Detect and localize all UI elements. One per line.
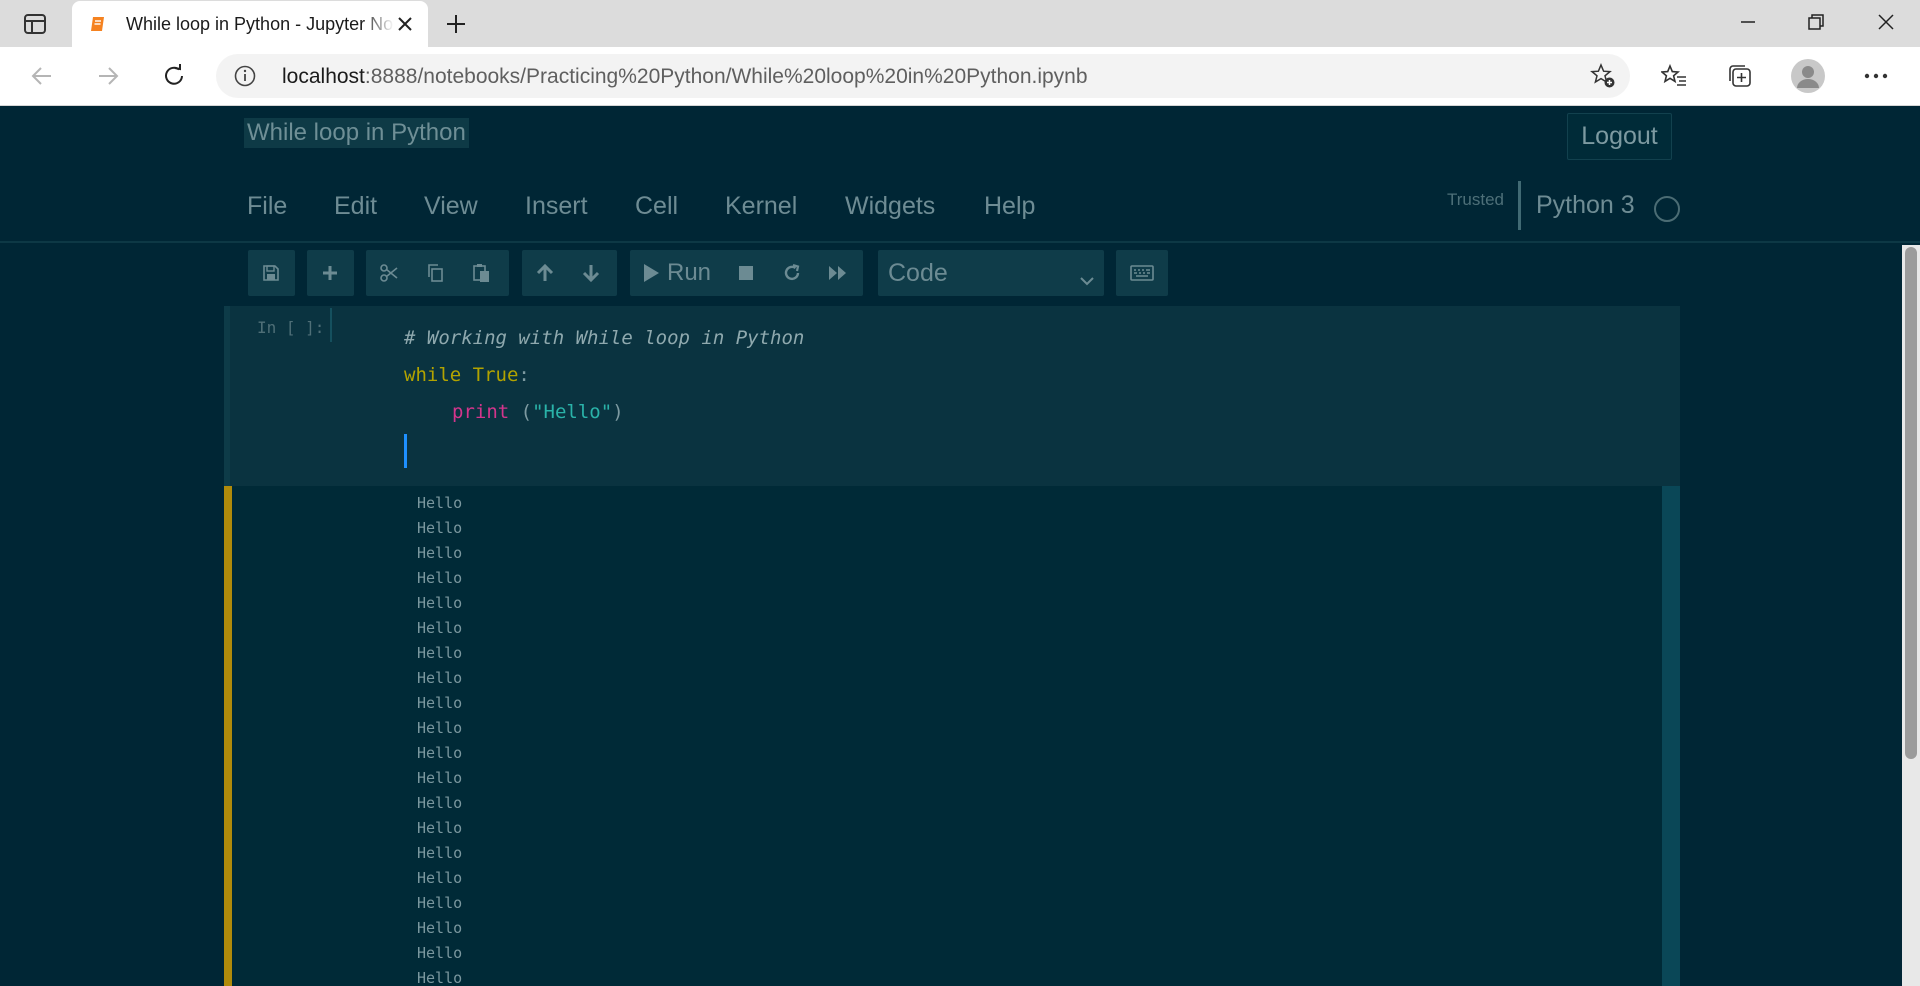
output-line: Hello [417, 594, 463, 612]
output-line: Hello [417, 744, 463, 762]
close-tab-icon[interactable] [394, 13, 416, 35]
menu-insert[interactable]: Insert [525, 192, 588, 221]
menu-view[interactable]: View [424, 192, 478, 221]
output-line: Hello [417, 544, 463, 562]
cell-prompt: In [ ]: [257, 318, 325, 337]
toolbar-edit-group [366, 250, 509, 296]
browser-tab[interactable]: While loop in Python - Jupyter Notebook [72, 1, 428, 47]
cell-type-value: Code [888, 258, 948, 287]
browser-tab-bar: While loop in Python - Jupyter Notebook [0, 0, 1920, 47]
run-label: Run [667, 259, 712, 286]
output-line: Hello [417, 644, 463, 662]
restore-icon[interactable] [1786, 0, 1846, 44]
text-cursor [404, 434, 407, 468]
output-line: Hello [417, 494, 463, 512]
output-line: Hello [417, 844, 463, 862]
output-line: Hello [417, 719, 463, 737]
toolbar-move-group [522, 250, 617, 296]
address-bar-row: localhost:8888/notebooks/Practicing%20Py… [0, 47, 1920, 106]
output-line: Hello [417, 944, 463, 962]
move-down-icon[interactable] [568, 250, 614, 296]
output-line: Hello [417, 694, 463, 712]
notebook-favicon-icon [88, 14, 108, 34]
open-paren: ( [520, 401, 533, 423]
menu-cell[interactable]: Cell [635, 192, 678, 221]
menu-kernel[interactable]: Kernel [725, 192, 797, 221]
output-line: Hello [417, 519, 463, 537]
save-icon[interactable] [248, 250, 294, 296]
back-icon[interactable] [24, 58, 60, 94]
output-line: Hello [417, 819, 463, 837]
output-scrollbar[interactable] [1662, 486, 1680, 986]
menu-file[interactable]: File [247, 192, 287, 221]
chevron-down-icon [1080, 264, 1094, 293]
profile-avatar-icon[interactable] [1788, 56, 1828, 96]
output-line: Hello [417, 794, 463, 812]
reload-icon[interactable] [156, 58, 192, 94]
play-icon [644, 264, 659, 282]
restart-icon[interactable] [769, 250, 815, 296]
output-text: Hello Hello Hello Hello Hello Hello Hell… [417, 491, 462, 986]
menu-widgets[interactable]: Widgets [845, 192, 935, 221]
copy-icon[interactable] [412, 250, 458, 296]
paste-icon[interactable] [458, 250, 504, 296]
close-paren: ) [612, 401, 624, 423]
string-literal: "Hello" [532, 401, 613, 423]
keyword-true: True [472, 364, 519, 386]
kernel-separator [1518, 181, 1521, 230]
toolbar-keyboard-group [1116, 250, 1168, 296]
url-text: localhost:8888/notebooks/Practicing%20Py… [282, 65, 1088, 89]
move-up-icon[interactable] [522, 250, 568, 296]
keyword-while: while [404, 364, 462, 386]
trusted-indicator[interactable]: Trusted [1447, 190, 1504, 210]
insert-cell-icon[interactable] [307, 250, 353, 296]
url-host: localhost [282, 65, 365, 88]
kernel-status-icon [1654, 196, 1680, 222]
toolbar-run-group: Run [630, 250, 863, 296]
collections-icon[interactable] [1722, 58, 1758, 94]
toolbar-save-group [248, 250, 295, 296]
prompt-divider [330, 308, 332, 342]
code-line-comment[interactable]: # Working with While loop in Python [404, 327, 804, 349]
url-path: :8888/notebooks/Practicing%20Python/Whil… [364, 65, 1088, 88]
output-line: Hello [417, 919, 463, 937]
cell-type-select[interactable]: Code [878, 250, 1104, 296]
tab-title: While loop in Python - Jupyter Notebook [126, 13, 394, 34]
forward-icon[interactable] [90, 58, 126, 94]
notebook-title[interactable]: While loop in Python [244, 118, 469, 148]
output-line: Hello [417, 769, 463, 787]
output-line: Hello [417, 669, 463, 687]
toolbar-insert-group [307, 250, 354, 296]
output-line: Hello [417, 869, 463, 887]
builtin-print: print [452, 401, 510, 423]
url-bar[interactable]: localhost:8888/notebooks/Practicing%20Py… [216, 54, 1630, 98]
menu-help[interactable]: Help [984, 192, 1035, 221]
tab-actions-icon[interactable] [14, 9, 56, 39]
code-line-print[interactable]: print ("Hello") [452, 401, 624, 423]
favorites-icon[interactable] [1656, 58, 1692, 94]
output-line: Hello [417, 619, 463, 637]
stop-icon[interactable] [723, 250, 769, 296]
minimize-icon[interactable] [1718, 0, 1778, 44]
colon: : [518, 364, 530, 386]
add-favorite-icon[interactable] [1590, 63, 1616, 89]
more-options-icon[interactable] [1858, 58, 1894, 94]
menu-edit[interactable]: Edit [334, 192, 377, 221]
logout-button[interactable]: Logout [1567, 113, 1672, 160]
output-line: Hello [417, 894, 463, 912]
output-line: Hello [417, 569, 463, 587]
kernel-name: Python 3 [1536, 191, 1635, 219]
site-info-icon[interactable] [234, 65, 256, 87]
page-scrollbar-thumb[interactable] [1905, 247, 1917, 759]
close-window-icon[interactable] [1856, 0, 1916, 44]
output-line: Hello [417, 969, 463, 986]
restart-run-all-icon[interactable] [815, 250, 861, 296]
code-line-while[interactable]: while True: [404, 364, 530, 386]
cut-icon[interactable] [366, 250, 412, 296]
run-button[interactable]: Run [630, 250, 723, 296]
new-tab-icon[interactable] [440, 8, 472, 40]
keyboard-shortcuts-icon[interactable] [1116, 250, 1168, 296]
